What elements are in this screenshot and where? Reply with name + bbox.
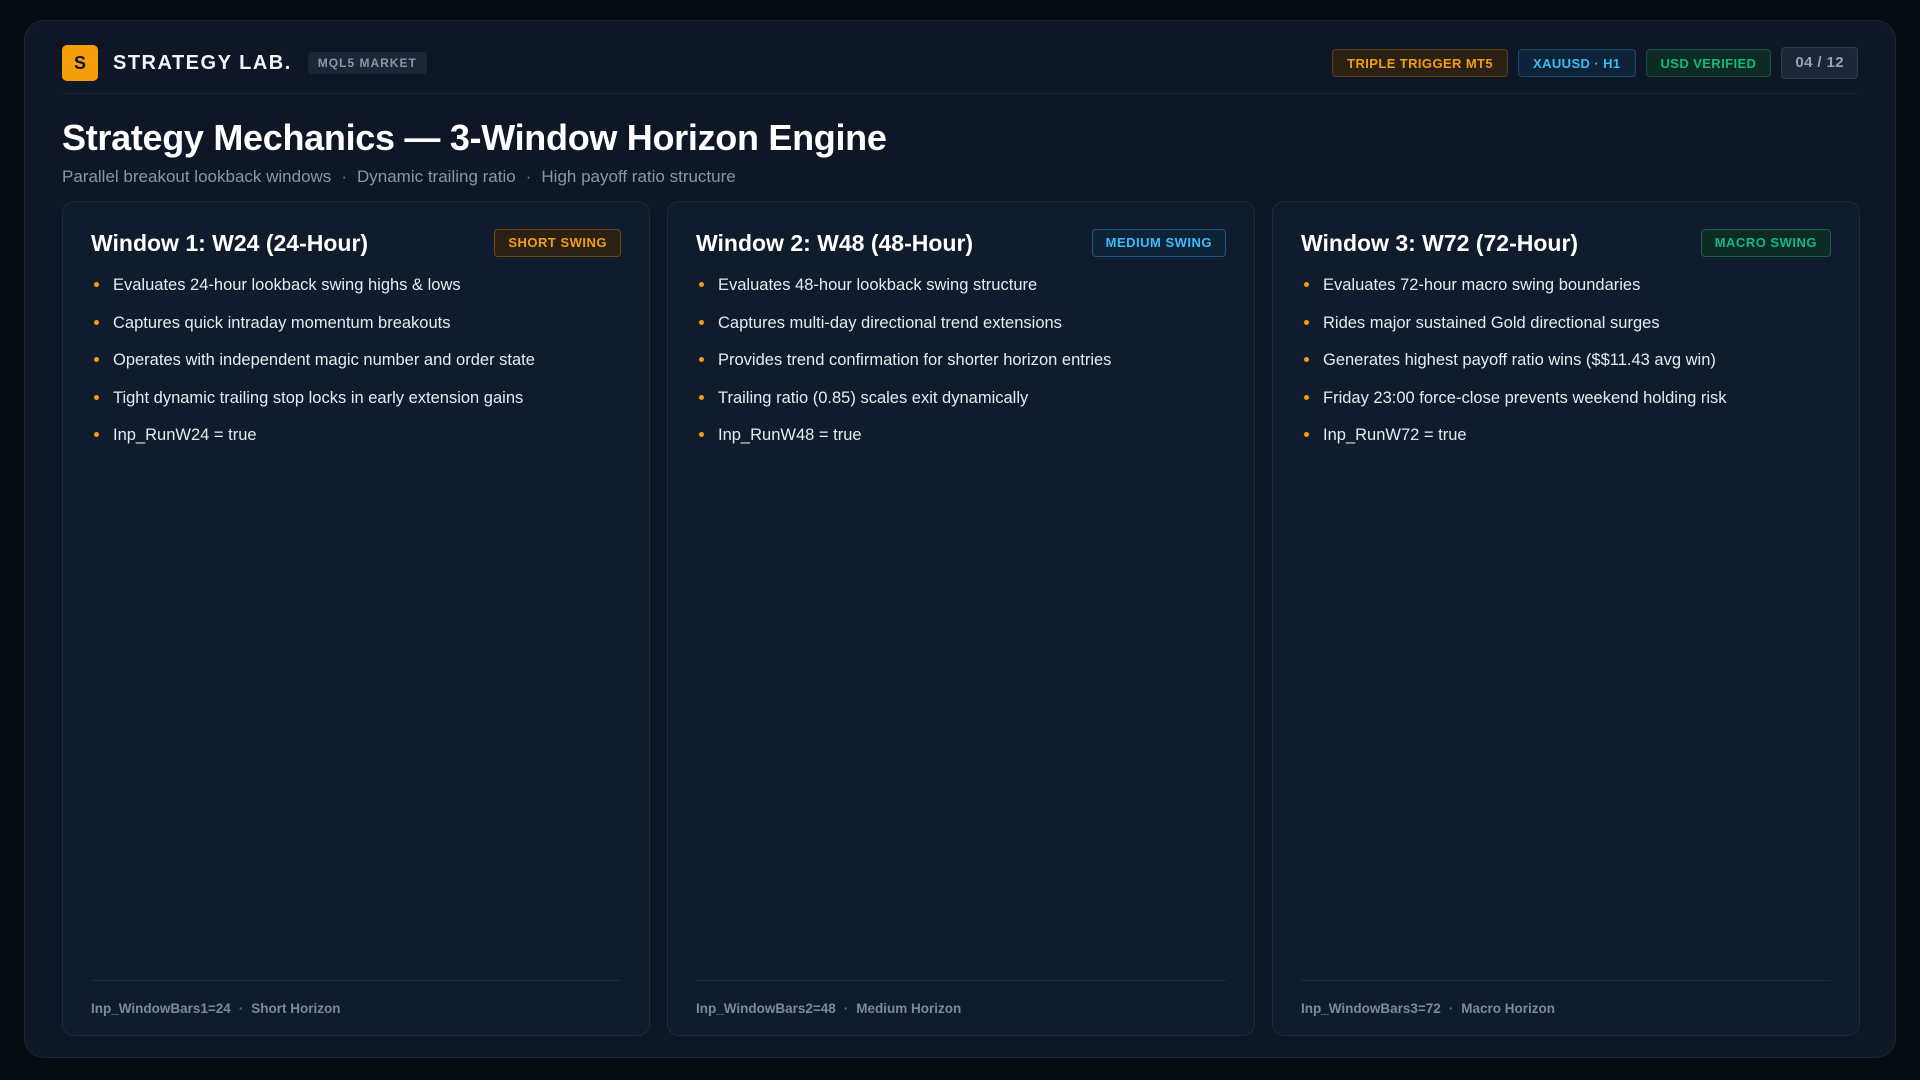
bullet-text: Evaluates 48-hour lookback swing structu…	[718, 276, 1038, 294]
bullet-dot-icon	[699, 432, 704, 437]
bullet-item: Operates with independent magic number a…	[91, 349, 629, 387]
bullet-text: Evaluates 72-hour macro swing boundaries	[1323, 276, 1641, 294]
bullet-text: Captures multi-day directional trend ext…	[718, 313, 1062, 332]
subtitle-separator: ·	[341, 167, 347, 186]
bullet-dot-icon	[94, 432, 99, 437]
bullet-item: Tight dynamic trailing stop locks in ear…	[91, 387, 629, 425]
card-title: Window 3: W72 (72-Hour)	[1301, 229, 1579, 256]
bullet-item: Rides major sustained Gold directional s…	[1301, 312, 1839, 350]
bullet-text: Inp_RunW72 = true	[1323, 426, 1467, 444]
footer-separator: ·	[238, 1000, 244, 1016]
footer-separator: ·	[1448, 1000, 1454, 1016]
bullet-dot-icon	[94, 319, 99, 325]
page-title: Strategy Mechanics — 3-Window Horizon En…	[62, 117, 887, 158]
footer-param: Inp_WindowBars1=24	[91, 1000, 231, 1016]
verified-badge: USD VERIFIED	[1645, 49, 1772, 77]
footer-separator: ·	[843, 1000, 849, 1016]
bullet-item: Inp_RunW48 = true	[696, 424, 1234, 462]
bullet-item: Evaluates 24-hour lookback swing highs &…	[91, 274, 629, 312]
bullet-list: Evaluates 48-hour lookback swing structu…	[696, 274, 1234, 462]
bullet-text: Trailing ratio (0.85) scales exit dynami…	[718, 388, 1029, 407]
bullet-text: Operates with independent magic number a…	[113, 351, 535, 369]
bullet-dot-icon	[699, 282, 704, 287]
footer-param: Inp_WindowBars2=48	[696, 1000, 836, 1016]
subtitle-item: Parallel breakout lookback windows	[62, 167, 332, 186]
bullet-text: Tight dynamic trailing stop locks in ear…	[113, 388, 524, 407]
slide-frame: S STRATEGY LAB. MQL5 MARKET TRIPLE TRIGG…	[24, 20, 1896, 1058]
bullet-item: Provides trend confirmation for shorter …	[696, 349, 1234, 387]
card-footer: Inp_WindowBars1=24 · Short Horizon	[91, 980, 621, 1035]
product-badge: TRIPLE TRIGGER MT5	[1332, 49, 1509, 77]
footer-label: Macro Horizon	[1461, 1000, 1556, 1016]
footer-label: Medium Horizon	[856, 1000, 962, 1016]
bullet-item: Evaluates 48-hour lookback swing structu…	[696, 274, 1234, 312]
brand-name: STRATEGY LAB.	[113, 51, 292, 74]
brand: S STRATEGY LAB. MQL5 MARKET	[62, 45, 427, 81]
bullet-dot-icon	[1304, 432, 1309, 437]
bullet-text: Captures quick intraday momentum breakou…	[113, 313, 451, 332]
bullet-dot-icon	[94, 282, 99, 287]
bullet-text: Rides major sustained Gold directional s…	[1323, 313, 1660, 332]
symbol-badge: XAUUSD · H1	[1518, 49, 1636, 77]
card-title: Window 1: W24 (24-Hour)	[91, 229, 369, 256]
bullet-text: Inp_RunW48 = true	[718, 426, 862, 444]
bullet-dot-icon	[1304, 394, 1309, 400]
window-card-w48: Window 2: W48 (48-Hour) MEDIUM SWING Eva…	[667, 201, 1255, 1036]
subtitle-item: High payoff ratio structure	[541, 167, 736, 186]
swing-tag: SHORT SWING	[494, 229, 621, 257]
page-subtitle: Parallel breakout lookback windows · Dyn…	[62, 167, 736, 187]
bullet-text: Provides trend confirmation for shorter …	[718, 351, 1112, 369]
bullet-item: Inp_RunW72 = true	[1301, 424, 1839, 462]
card-title: Window 2: W48 (48-Hour)	[696, 229, 974, 256]
card-footer: Inp_WindowBars3=72 · Macro Horizon	[1301, 980, 1831, 1035]
bullet-dot-icon	[1304, 319, 1309, 325]
window-card-w24: Window 1: W24 (24-Hour) SHORT SWING Eval…	[62, 201, 650, 1036]
bullet-dot-icon	[1304, 282, 1309, 287]
bullet-item: Trailing ratio (0.85) scales exit dynami…	[696, 387, 1234, 425]
bullet-dot-icon	[94, 357, 99, 362]
bullet-text: Friday 23:00 force-close prevents weeken…	[1323, 388, 1727, 407]
bullet-dot-icon	[1304, 357, 1309, 362]
window-card-w72: Window 3: W72 (72-Hour) MACRO SWING Eval…	[1272, 201, 1860, 1036]
bullet-item: Evaluates 72-hour macro swing boundaries	[1301, 274, 1839, 312]
footer-label: Short Horizon	[251, 1000, 341, 1016]
card-header: Window 1: W24 (24-Hour) SHORT SWING	[91, 228, 621, 258]
window-cards: Window 1: W24 (24-Hour) SHORT SWING Eval…	[62, 201, 1860, 1036]
bullet-text: Generates highest payoff ratio wins ($$1…	[1323, 351, 1716, 369]
header-badges: TRIPLE TRIGGER MT5 XAUUSD · H1 USD VERIF…	[1332, 45, 1858, 81]
header-bar: S STRATEGY LAB. MQL5 MARKET TRIPLE TRIGG…	[62, 45, 1858, 94]
bullet-list: Evaluates 24-hour lookback swing highs &…	[91, 274, 629, 462]
bullet-item: Captures quick intraday momentum breakou…	[91, 312, 629, 350]
bullet-item: Friday 23:00 force-close prevents weeken…	[1301, 387, 1839, 425]
bullet-item: Captures multi-day directional trend ext…	[696, 312, 1234, 350]
swing-tag: MACRO SWING	[1700, 229, 1831, 257]
bullet-text: Evaluates 24-hour lookback swing highs &…	[113, 276, 461, 294]
card-footer: Inp_WindowBars2=48 · Medium Horizon	[696, 980, 1226, 1035]
bullet-dot-icon	[699, 394, 704, 400]
bullet-item: Generates highest payoff ratio wins ($$1…	[1301, 349, 1839, 387]
swing-tag: MEDIUM SWING	[1091, 229, 1226, 257]
page-indicator: 04 / 12	[1781, 47, 1858, 79]
card-header: Window 3: W72 (72-Hour) MACRO SWING	[1301, 228, 1831, 258]
footer-param: Inp_WindowBars3=72	[1301, 1000, 1441, 1016]
bullet-item: Inp_RunW24 = true	[91, 424, 629, 462]
bullet-list: Evaluates 72-hour macro swing boundaries…	[1301, 274, 1839, 462]
bullet-dot-icon	[699, 357, 704, 362]
bullet-text: Inp_RunW24 = true	[113, 426, 257, 444]
logo-icon: S	[62, 45, 98, 81]
subtitle-separator: ·	[525, 167, 532, 186]
bullet-dot-icon	[94, 394, 99, 400]
card-header: Window 2: W48 (48-Hour) MEDIUM SWING	[696, 228, 1226, 258]
bullet-dot-icon	[699, 319, 704, 325]
market-chip: MQL5 MARKET	[307, 52, 427, 74]
subtitle-item: Dynamic trailing ratio	[356, 167, 516, 186]
